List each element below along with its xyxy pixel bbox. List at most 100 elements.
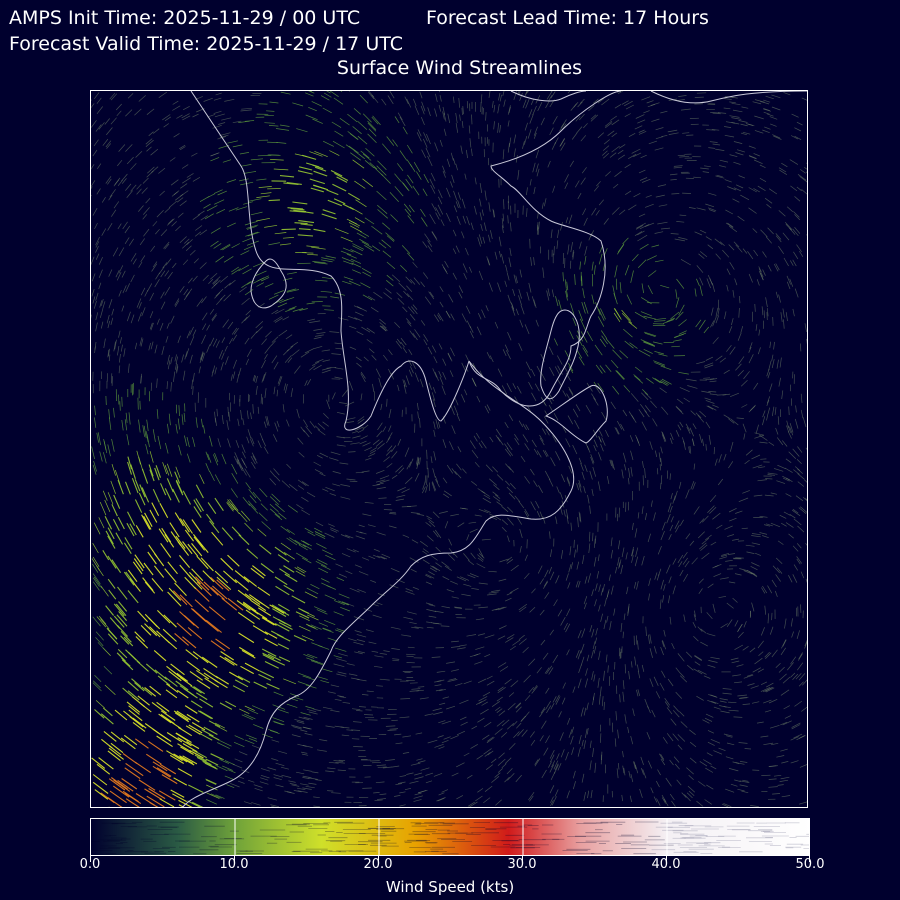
streamline-segment <box>663 584 666 591</box>
streamline-segment <box>371 761 381 764</box>
streamline-segment <box>376 487 386 490</box>
streamline-segment <box>409 690 420 692</box>
streamline-segment <box>420 767 430 771</box>
streamline-segment <box>349 325 357 330</box>
streamline-segment <box>288 780 296 783</box>
streamline-segment <box>123 571 135 586</box>
streamline-segment <box>648 270 657 277</box>
streamline-segment <box>210 152 219 157</box>
streamline-segment <box>778 377 781 387</box>
streamline-segment <box>337 671 347 675</box>
streamline-segment <box>333 611 344 616</box>
streamline-segment <box>532 162 536 173</box>
streamline-segment <box>354 217 365 224</box>
streamline-segment <box>796 543 802 549</box>
streamline-segment <box>259 432 264 441</box>
streamline-segment <box>208 606 226 621</box>
streamline-segment <box>220 243 231 251</box>
streamline-segment <box>137 610 149 623</box>
streamline-segment <box>800 393 803 403</box>
streamline-segment <box>795 405 797 413</box>
streamline-segment <box>167 271 173 280</box>
streamline-segment <box>309 178 325 185</box>
streamline-segment <box>278 656 291 663</box>
streamline-segment <box>769 724 780 729</box>
streamline-segment <box>226 420 229 430</box>
streamline-segment <box>100 585 109 597</box>
streamline-segment <box>203 97 213 102</box>
streamline-segment <box>134 342 138 350</box>
streamline-segment <box>628 132 636 138</box>
streamline-segment <box>524 554 528 561</box>
streamline-segment <box>482 734 490 740</box>
streamline-segment <box>642 389 649 396</box>
streamline-segment <box>326 585 336 590</box>
streamline-segment <box>638 409 645 418</box>
streamline-segment <box>210 753 224 761</box>
streamline-segment <box>564 182 569 190</box>
streamline-segment <box>123 542 132 554</box>
streamline-segment <box>737 694 747 697</box>
streamline-segment <box>727 222 734 228</box>
streamline-segment <box>657 221 668 225</box>
streamline-segment <box>343 276 354 281</box>
streamline-segment <box>435 419 439 429</box>
streamline-segment <box>438 792 445 796</box>
streamline-segment <box>793 251 799 260</box>
streamline-segment <box>619 350 629 359</box>
streamline-segment <box>183 288 189 296</box>
streamline-segment <box>329 527 339 532</box>
streamline-segment <box>685 489 690 499</box>
streamline-segment <box>507 703 516 711</box>
streamline-segment <box>206 513 215 525</box>
streamline-segment <box>439 376 444 386</box>
streamline-segment <box>305 114 318 121</box>
streamline-segment <box>529 179 532 186</box>
streamline-segment <box>640 311 653 317</box>
streamline-segment <box>654 378 663 384</box>
streamline-segment <box>589 740 592 748</box>
streamline-segment <box>407 252 415 261</box>
streamline-segment <box>749 647 756 653</box>
streamline-segment <box>707 405 717 411</box>
streamline-segment <box>703 377 711 379</box>
streamline-segment <box>320 564 331 571</box>
streamline-segment <box>560 749 565 758</box>
streamline-segment <box>513 148 516 158</box>
streamline-segment <box>555 575 560 584</box>
streamline-segment <box>362 557 370 561</box>
streamline-segment <box>781 795 791 798</box>
streamline-segment <box>601 437 606 446</box>
streamline-segment <box>660 110 668 114</box>
streamline-segment <box>324 619 336 626</box>
streamline-segment <box>153 649 167 662</box>
streamline-segment <box>253 724 264 729</box>
streamline-segment <box>295 552 308 561</box>
streamline-segment <box>441 605 450 609</box>
streamline-segment <box>406 285 413 292</box>
streamline-segment <box>710 307 714 316</box>
streamline-segment <box>673 165 683 167</box>
streamline-segment <box>767 371 771 379</box>
streamline-segment <box>340 484 351 487</box>
streamline-segment <box>205 778 217 785</box>
streamline-segment <box>643 315 657 320</box>
streamline-segment <box>342 203 354 210</box>
streamline-segment <box>98 122 105 130</box>
streamline-segment <box>382 222 391 230</box>
streamline-segment <box>459 699 469 705</box>
streamline-segment <box>617 557 620 566</box>
streamline-segment <box>559 732 564 741</box>
streamline-segment <box>98 517 105 529</box>
streamline-segment <box>631 148 641 154</box>
streamline-segment <box>548 566 553 574</box>
streamline-segment <box>321 213 337 220</box>
streamline-segment <box>497 635 506 640</box>
streamline-segment <box>314 425 321 431</box>
streamline-segment <box>457 446 462 453</box>
streamline-segment <box>292 201 308 205</box>
streamline-segment <box>725 121 735 124</box>
streamline-segment <box>598 584 601 592</box>
streamline-segment <box>699 434 703 443</box>
streamline-segment <box>352 159 365 169</box>
